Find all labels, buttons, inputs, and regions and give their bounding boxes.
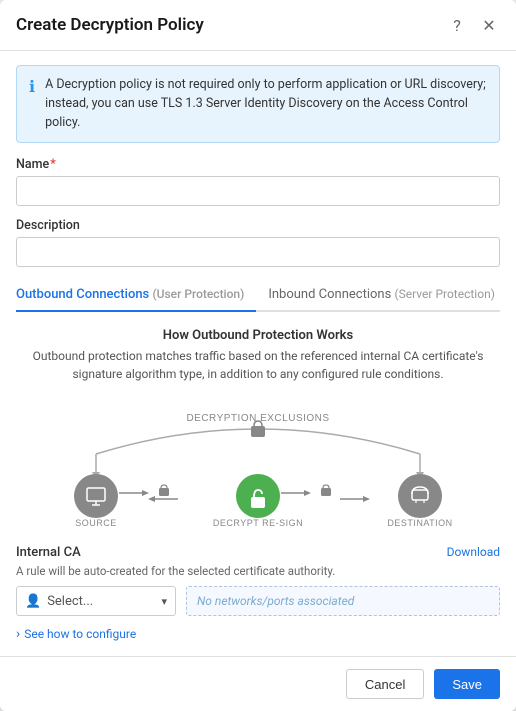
description-input[interactable] xyxy=(16,237,500,267)
networks-placeholder: No networks/ports associated xyxy=(186,586,500,616)
internal-ca-label: Internal CA xyxy=(16,545,81,560)
name-label: Name* xyxy=(16,157,500,172)
info-banner: ℹ A Decryption policy is not required on… xyxy=(16,65,500,143)
info-icon: ℹ xyxy=(29,77,35,132)
tab-outbound-secondary: (User Protection) xyxy=(152,287,244,301)
save-button[interactable]: Save xyxy=(434,669,500,699)
dialog-body: ℹ A Decryption policy is not required on… xyxy=(0,51,516,656)
svg-text:DECRYPT RE-SIGN: DECRYPT RE-SIGN xyxy=(213,518,303,528)
description-field-group: Description xyxy=(16,218,500,267)
configure-link[interactable]: See how to configure xyxy=(16,626,500,642)
protection-description: Outbound protection matches traffic base… xyxy=(16,347,500,383)
help-icon[interactable]: ? xyxy=(446,14,468,36)
diagram-area: DECRYPTION EXCLUSIONS SOURCE DECRYPT RE-… xyxy=(16,399,500,529)
name-field-group: Name* xyxy=(16,157,500,206)
name-input[interactable] xyxy=(16,176,500,206)
dialog-footer: Cancel Save xyxy=(0,656,516,711)
tab-inbound[interactable]: Inbound Connections (Server Protection) xyxy=(268,279,507,312)
ca-select-dropdown[interactable]: 👤 Select... ▾ xyxy=(16,586,176,616)
ca-controls: 👤 Select... ▾ No networks/ports associat… xyxy=(16,586,500,616)
svg-text:SOURCE: SOURCE xyxy=(75,518,117,528)
internal-ca-row: Internal CA Download xyxy=(16,545,500,560)
diagram-svg: DECRYPTION EXCLUSIONS SOURCE DECRYPT RE-… xyxy=(16,399,500,529)
create-decryption-policy-dialog: Create Decryption Policy ? ✕ ℹ A Decrypt… xyxy=(0,0,516,711)
dialog-header: Create Decryption Policy ? ✕ xyxy=(0,0,516,51)
svg-text:DECRYPTION EXCLUSIONS: DECRYPTION EXCLUSIONS xyxy=(186,413,329,424)
description-label: Description xyxy=(16,218,500,233)
tab-inbound-secondary: (Server Protection) xyxy=(395,287,495,301)
svg-text:DESTINATION: DESTINATION xyxy=(387,518,452,528)
chevron-down-icon: ▾ xyxy=(161,595,167,608)
download-link[interactable]: Download xyxy=(447,545,500,559)
protection-title: How Outbound Protection Works xyxy=(16,328,500,343)
tab-outbound[interactable]: Outbound Connections (User Protection) xyxy=(16,279,256,312)
select-placeholder-text: Select... xyxy=(47,594,155,609)
cancel-button[interactable]: Cancel xyxy=(346,669,424,699)
dialog-title: Create Decryption Policy xyxy=(16,15,204,35)
header-icons: ? ✕ xyxy=(446,14,500,36)
ca-hint: A rule will be auto-created for the sele… xyxy=(16,564,500,578)
connection-tabs: Outbound Connections (User Protection) I… xyxy=(16,279,500,312)
required-marker: * xyxy=(50,157,56,172)
info-text: A Decryption policy is not required only… xyxy=(45,76,487,132)
user-icon: 👤 xyxy=(25,594,41,609)
close-icon[interactable]: ✕ xyxy=(478,14,500,36)
